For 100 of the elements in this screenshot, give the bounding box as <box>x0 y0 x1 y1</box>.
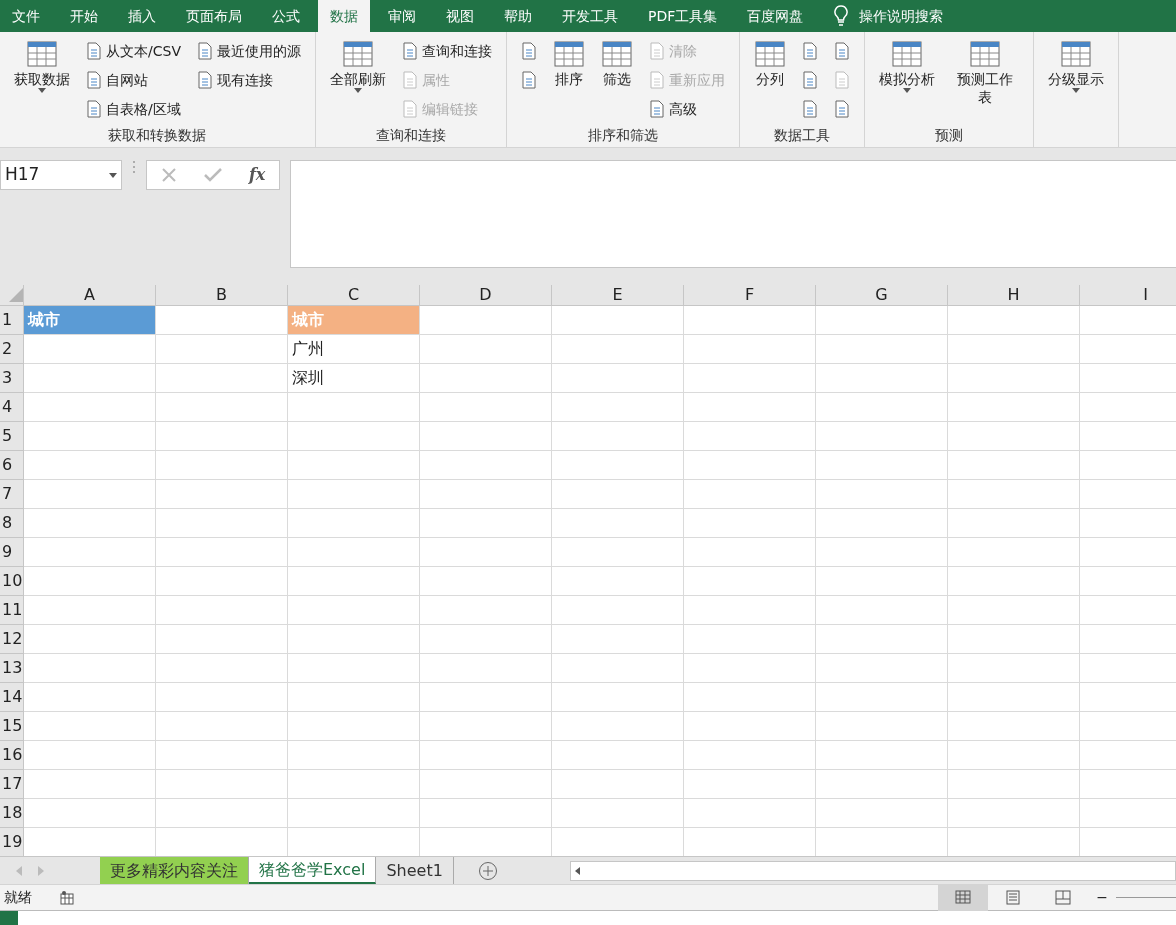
ribbon-button[interactable]: 预测工作表 <box>948 36 1021 125</box>
group-label: 查询和连接 <box>374 126 447 145</box>
sheet-tab[interactable]: 猪爸爸学Excel <box>249 857 377 884</box>
column-header[interactable]: F <box>684 285 816 306</box>
row-header[interactable]: 5 <box>0 422 24 451</box>
scroll-right-icon <box>38 865 44 876</box>
column-header[interactable]: A <box>24 285 156 306</box>
ribbon-button[interactable]: 最近使用的源 <box>194 38 303 64</box>
ribbon-tab[interactable]: 页面布局 <box>174 0 254 32</box>
column-header[interactable]: H <box>948 285 1080 306</box>
ribbon-button[interactable]: 模拟分析 <box>876 36 937 125</box>
column-header[interactable]: B <box>156 285 288 306</box>
document-icon <box>196 42 213 60</box>
check-icon <box>203 167 222 183</box>
ribbon-tab[interactable]: 百度网盘 <box>735 0 816 32</box>
document-icon <box>401 100 418 118</box>
ribbon-tab[interactable]: 审阅 <box>376 0 428 32</box>
column-header[interactable]: D <box>420 285 552 306</box>
document-icon <box>401 42 418 60</box>
row-header[interactable]: 12 <box>0 625 24 654</box>
scroll-left-icon <box>574 866 580 875</box>
document-icon <box>520 42 537 60</box>
row-header[interactable]: 7 <box>0 480 24 509</box>
column-header[interactable]: I <box>1080 285 1176 306</box>
row-header[interactable]: 4 <box>0 393 24 422</box>
ribbon-tab[interactable]: 开始 <box>58 0 110 32</box>
page-break-icon <box>1055 890 1072 905</box>
ribbon-button[interactable]: 排序 <box>550 36 587 125</box>
ribbon-tab[interactable]: 插入 <box>116 0 168 32</box>
row-header[interactable]: 8 <box>0 509 24 538</box>
document-icon <box>196 71 213 89</box>
select-all-button[interactable] <box>0 285 24 306</box>
document-icon <box>520 71 537 89</box>
ribbon-button[interactable]: 自网站 <box>84 67 183 93</box>
table-cell: 城市 <box>288 306 419 334</box>
ribbon-button[interactable]: 获取数据 <box>12 36 72 125</box>
grid-icon <box>1059 38 1092 70</box>
ribbon-button[interactable]: 查询和连接 <box>399 38 494 64</box>
column-header[interactable]: E <box>552 285 684 306</box>
ribbon-button[interactable]: 分级显示 <box>1045 36 1106 125</box>
group-label: 获取和转换数据 <box>107 126 208 145</box>
ribbon-button[interactable]: 高级 <box>646 96 727 122</box>
ribbon-button[interactable]: 自表格/区域 <box>84 96 183 122</box>
sheet-tab[interactable]: 更多精彩内容关注 <box>100 857 249 884</box>
grid-icon <box>753 38 786 70</box>
document-icon <box>833 71 850 89</box>
caret-icon <box>1071 88 1080 94</box>
row-header[interactable]: 11 <box>0 596 24 625</box>
column-header[interactable]: C <box>288 285 420 306</box>
table-cell-text: 广州 <box>291 338 325 360</box>
grid-icon <box>341 38 374 70</box>
ribbon-button[interactable]: 全部刷新 <box>327 36 388 125</box>
ribbon-tab[interactable]: 帮助 <box>492 0 544 32</box>
row-header[interactable]: 10 <box>0 567 24 596</box>
row-header[interactable]: 19 <box>0 828 24 856</box>
corner-triangle-icon <box>9 288 23 302</box>
view-button[interactable] <box>938 884 989 911</box>
document-icon <box>648 42 665 60</box>
row-header[interactable]: 17 <box>0 770 24 799</box>
status-text: 就绪 <box>3 888 33 907</box>
row-header[interactable]: 1 <box>0 306 24 335</box>
row-header[interactable]: 14 <box>0 683 24 712</box>
document-icon <box>833 100 850 118</box>
row-header[interactable]: 3 <box>0 364 24 393</box>
ribbon-button[interactable]: 现有连接 <box>194 67 303 93</box>
ribbon-tab[interactable]: 视图 <box>434 0 486 32</box>
row-header[interactable]: 16 <box>0 741 24 770</box>
row-header[interactable]: 18 <box>0 799 24 828</box>
zoom-out-button[interactable]: − <box>1088 887 1116 908</box>
group-label: 预测 <box>933 126 964 145</box>
row-header[interactable]: 15 <box>0 712 24 741</box>
ribbon-tab[interactable]: 开发工具 <box>550 0 630 32</box>
name-box[interactable]: H17 <box>0 160 122 190</box>
caret-icon <box>38 88 46 94</box>
column-header[interactable]: G <box>816 285 948 306</box>
ribbon-tab[interactable]: 公式 <box>260 0 312 32</box>
ribbon-button[interactable]: 筛选 <box>598 36 635 125</box>
row-header[interactable]: 2 <box>0 335 24 364</box>
ribbon-tab[interactable]: 数据 <box>318 0 370 32</box>
ribbon-button[interactable]: 分列 <box>751 36 788 125</box>
caret-icon <box>353 88 362 94</box>
search-hint[interactable]: 操作说明搜索 <box>859 5 944 27</box>
horizontal-scrollbar[interactable] <box>569 860 1176 881</box>
close-icon <box>160 167 177 183</box>
insert-function-button[interactable]: fx <box>248 163 266 187</box>
ribbon-tab[interactable]: 文件 <box>0 0 52 32</box>
document-icon <box>86 71 102 89</box>
document-icon <box>401 71 418 89</box>
row-header[interactable]: 6 <box>0 451 24 480</box>
document-icon <box>648 71 665 89</box>
row-header[interactable]: 13 <box>0 654 24 683</box>
formula-field[interactable] <box>290 160 1176 268</box>
grid-icon <box>600 38 633 70</box>
add-sheet-icon <box>477 860 498 881</box>
table-cell: 城市 <box>24 306 155 334</box>
row-header[interactable]: 9 <box>0 538 24 567</box>
ribbon-tab[interactable]: PDF工具集 <box>636 0 730 32</box>
document-icon <box>86 100 102 118</box>
dots-icon <box>132 160 136 174</box>
ribbon-button[interactable]: 从文本/CSV <box>84 38 183 64</box>
